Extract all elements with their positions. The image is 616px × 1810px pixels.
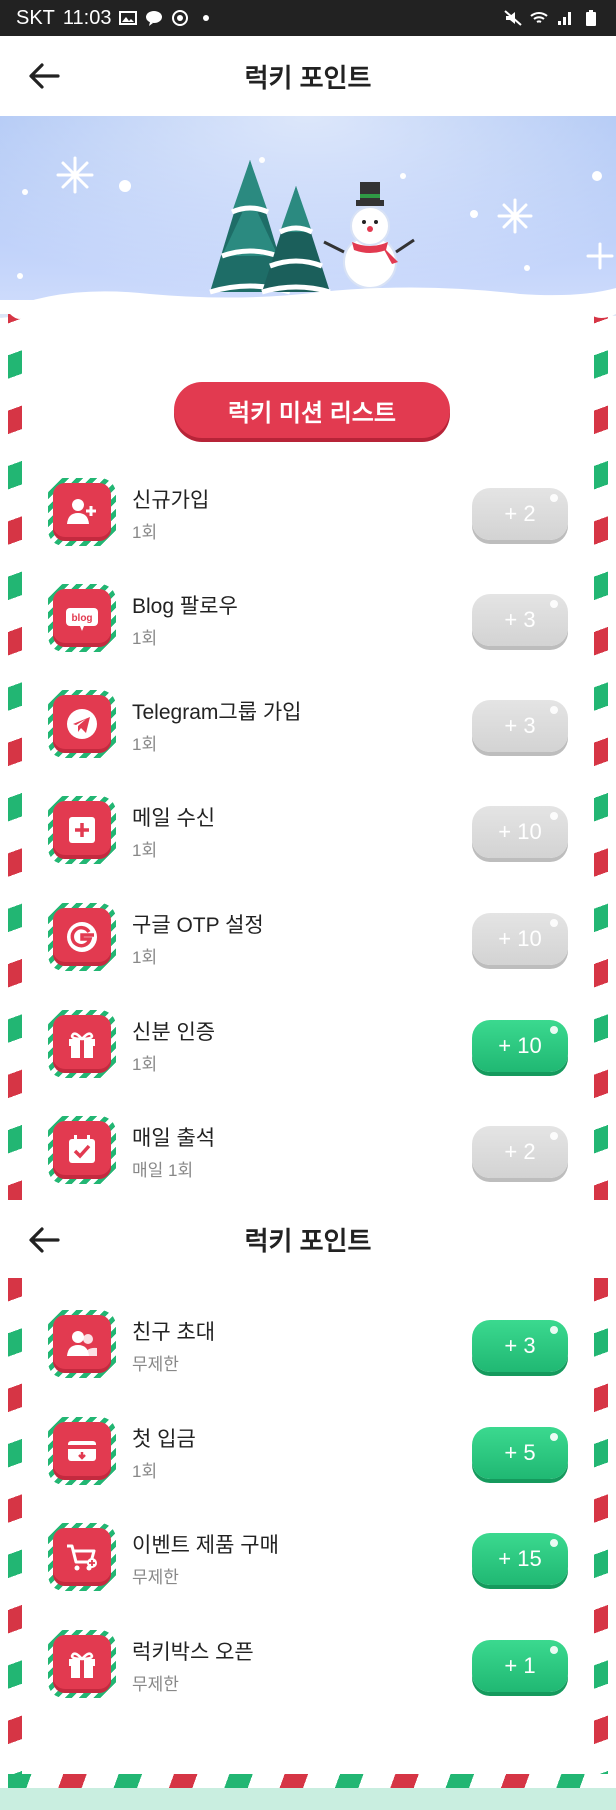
page-title: 럭키 포인트 [244, 62, 372, 93]
mission-row-google-otp: 구글 OTP 설정 1회 + 10 [48, 903, 568, 975]
mission-row-identity: 신분 인증 1회 + 10 [48, 1010, 568, 1082]
candy-stripe-border [8, 1278, 22, 1788]
mission-name: 신분 인증 [132, 1021, 216, 1044]
points-button[interactable]: + 15 [472, 1533, 568, 1585]
mission-frequency: 매일 1회 [132, 1161, 194, 1180]
mission-row-invite: 친구 초대 무제한 + 3 [48, 1310, 568, 1382]
mission-frequency: 1회 [132, 841, 158, 860]
calendar-check-icon [69, 1135, 95, 1163]
mission-row-first-deposit: 첫 입금 1회 + 5 [48, 1417, 568, 1489]
mission-icon-frame [48, 690, 116, 758]
mission-row-blog: blog Blog 팔로우 1회 + 3 [48, 584, 568, 656]
cart-icon [67, 1544, 97, 1571]
mission-name: 메일 수신 [132, 807, 216, 830]
points-button[interactable]: + 3 [472, 594, 568, 646]
google-icon [67, 922, 97, 952]
mission-frequency: 무제한 [132, 1355, 179, 1374]
points-button[interactable]: + 10 [472, 806, 568, 858]
page-title: 럭키 포인트 [244, 1225, 372, 1256]
telegram-icon [67, 709, 97, 739]
mission-name: 친구 초대 [132, 1321, 216, 1344]
points-button[interactable]: + 3 [472, 700, 568, 752]
clock: 11:03 [62, 6, 112, 29]
mission-name: Telegram그룹 가입 [132, 701, 302, 724]
candy-stripe-border [8, 1774, 608, 1788]
app-header: 럭키 포인트 [0, 36, 616, 116]
points-button[interactable]: + 5 [472, 1427, 568, 1479]
mission-row-telegram: Telegram그룹 가입 1회 + 3 [48, 690, 568, 762]
mission-name: 이벤트 제품 구매 [132, 1534, 279, 1557]
signal-icon [558, 12, 571, 25]
mission-row-event-purchase: 이벤트 제품 구매 무제한 + 15 [48, 1523, 568, 1595]
gift-icon [69, 1652, 95, 1678]
mission-row-attendance: 매일 출석 매일 1회 + 2 [48, 1116, 568, 1188]
mission-icon-frame: blog [48, 584, 116, 652]
mission-frequency: 1회 [132, 1055, 158, 1074]
card-deposit-icon [68, 1441, 96, 1461]
points-button[interactable]: + 2 [472, 488, 568, 540]
mission-name: Blog 팔로우 [132, 595, 238, 618]
points-button[interactable]: + 1 [472, 1640, 568, 1692]
mission-frequency: 1회 [132, 735, 158, 754]
points-button[interactable]: + 2 [472, 1126, 568, 1178]
mission-frequency: 1회 [132, 629, 158, 648]
mission-icon-frame [48, 1630, 116, 1698]
invite-friend-icon [67, 1331, 97, 1356]
mission-frequency: 무제한 [132, 1568, 179, 1587]
candy-stripe-border [8, 300, 22, 1200]
candy-stripe-border [594, 300, 608, 1200]
mission-name: 매일 출석 [132, 1127, 216, 1150]
mission-row-signup: 신규가입 1회 + 2 [48, 478, 568, 550]
add-user-icon [67, 499, 96, 524]
mission-icon-frame [48, 1010, 116, 1078]
mission-name: 신규가입 [132, 489, 210, 512]
back-arrow-icon[interactable] [26, 58, 62, 94]
points-button[interactable]: + 3 [472, 1320, 568, 1372]
mail-icon [69, 817, 95, 843]
points-button[interactable]: + 10 [472, 913, 568, 965]
carrier-label: SKT [16, 6, 55, 29]
mission-frequency: 1회 [132, 1462, 158, 1481]
mission-name: 첫 입금 [132, 1428, 196, 1451]
svg-text:blog: blog [71, 613, 92, 624]
app-header-2: 럭키 포인트 [0, 1200, 616, 1278]
chat-icon [146, 11, 163, 26]
mission-list-title: 럭키 미션 리스트 [174, 382, 450, 438]
mission-icon-frame [48, 796, 116, 864]
mission-frequency: 1회 [132, 948, 158, 967]
gift-icon [69, 1032, 95, 1058]
app-icon [172, 10, 189, 26]
gallery-icon [119, 11, 138, 25]
mission-icon-frame [48, 478, 116, 546]
snowflake-icon [497, 198, 533, 234]
mission-icon-frame [48, 1310, 116, 1378]
mission-icon-frame [48, 903, 116, 971]
mission-row-luckybox: 럭키박스 오픈 무제한 + 1 [48, 1630, 568, 1702]
dot-icon [203, 15, 210, 21]
candy-stripe-border [594, 1278, 608, 1788]
points-button[interactable]: + 10 [472, 1020, 568, 1072]
mission-row-mail: 메일 수신 1회 + 10 [48, 796, 568, 868]
back-arrow-icon[interactable] [26, 1222, 62, 1258]
mission-frequency: 1회 [132, 523, 158, 542]
mission-name: 럭키박스 오픈 [132, 1641, 254, 1664]
mission-name: 구글 OTP 설정 [132, 914, 264, 937]
wifi-icon [530, 12, 548, 23]
bottom-ground [0, 1788, 616, 1810]
status-bar: SKT 11:03 [0, 0, 616, 36]
battery-icon [586, 10, 596, 26]
snowflake-icon [56, 156, 94, 194]
mission-frequency: 무제한 [132, 1675, 179, 1694]
mission-icon-frame [48, 1417, 116, 1485]
mute-icon [504, 10, 522, 26]
mission-icon-frame [48, 1116, 116, 1184]
mission-icon-frame [48, 1523, 116, 1591]
blog-icon: blog [66, 608, 98, 631]
snow-cap [0, 300, 616, 337]
